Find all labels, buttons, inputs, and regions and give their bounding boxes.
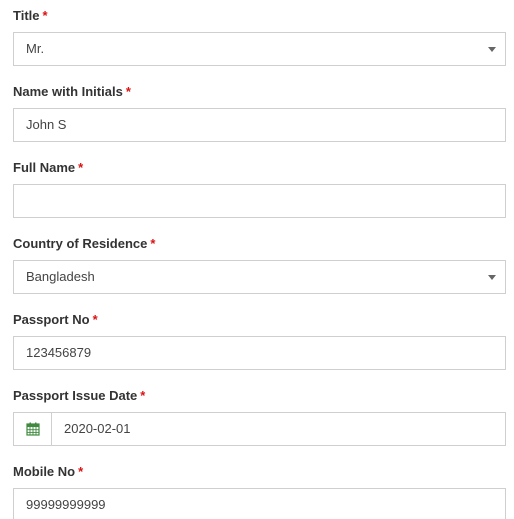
mobile-no-value: 99999999999	[26, 497, 106, 512]
mobile-no-input[interactable]: 99999999999	[13, 488, 506, 519]
dropdown-caret-icon	[488, 275, 496, 280]
name-with-initials-label-text: Name with Initials	[13, 84, 123, 99]
registration-form: Title * Mr. Name with Initials * John S Fu…	[0, 0, 514, 519]
passport-issue-date-value: 2020-02-01	[64, 421, 131, 436]
full-name-label: Full Name *	[13, 159, 83, 177]
mobile-no-label: Mobile No *	[13, 463, 83, 481]
country-of-residence-label-text: Country of Residence	[13, 236, 148, 251]
title-label: Title *	[13, 7, 48, 25]
title-select-value: Mr.	[26, 41, 45, 56]
calendar-icon	[25, 422, 40, 436]
full-name-label-text: Full Name	[13, 160, 76, 175]
passport-no-label: Passport No *	[13, 311, 98, 329]
passport-issue-date-label: Passport Issue Date *	[13, 387, 145, 405]
mobile-no-field: Mobile No * 99999999999	[13, 463, 506, 519]
country-of-residence-label: Country of Residence *	[13, 235, 155, 253]
full-name-field: Full Name *	[13, 159, 506, 219]
name-with-initials-value: John S	[26, 117, 67, 132]
required-asterisk: *	[42, 8, 48, 23]
calendar-addon-button[interactable]	[14, 413, 52, 445]
title-select[interactable]: Mr.	[13, 32, 506, 66]
name-with-initials-field: Name with Initials * John S	[13, 83, 506, 143]
country-of-residence-select[interactable]: Bangladesh	[13, 260, 506, 294]
required-asterisk: *	[140, 388, 146, 403]
required-asterisk: *	[92, 312, 98, 327]
passport-issue-date-input[interactable]: 2020-02-01	[13, 412, 506, 446]
passport-no-field: Passport No * 123456879	[13, 311, 506, 371]
passport-no-label-text: Passport No	[13, 312, 90, 327]
full-name-input[interactable]	[13, 184, 506, 218]
required-asterisk: *	[78, 464, 84, 479]
required-asterisk: *	[78, 160, 84, 175]
country-of-residence-value: Bangladesh	[26, 269, 95, 284]
name-with-initials-label: Name with Initials *	[13, 83, 131, 101]
title-label-text: Title	[13, 8, 40, 23]
required-asterisk: *	[150, 236, 156, 251]
dropdown-caret-icon	[488, 47, 496, 52]
required-asterisk: *	[125, 84, 131, 99]
passport-no-input[interactable]: 123456879	[13, 336, 506, 370]
name-with-initials-input[interactable]: John S	[13, 108, 506, 142]
passport-issue-date-label-text: Passport Issue Date	[13, 388, 138, 403]
title-field: Title * Mr.	[13, 7, 506, 67]
country-of-residence-field: Country of Residence * Bangladesh	[13, 235, 506, 295]
passport-no-value: 123456879	[26, 345, 92, 360]
passport-issue-date-field: Passport Issue Date * 2020-02-01	[13, 387, 506, 447]
mobile-no-label-text: Mobile No	[13, 464, 76, 479]
